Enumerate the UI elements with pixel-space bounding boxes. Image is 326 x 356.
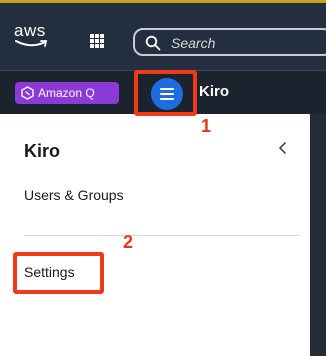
search-input[interactable] — [169, 33, 323, 53]
grid-icon[interactable] — [86, 30, 108, 52]
top-accent-line — [0, 0, 326, 3]
amazon-q-button[interactable]: Amazon Q — [15, 82, 119, 104]
side-nav-title: Kiro — [24, 141, 60, 161]
amazon-q-icon — [21, 86, 34, 100]
callout-box-2 — [13, 252, 104, 294]
nav-divider — [24, 235, 300, 236]
amazon-q-label: Amazon Q — [38, 86, 95, 100]
callout-box-1 — [134, 70, 197, 116]
callout-number-2: 2 — [123, 232, 134, 252]
chevron-left-icon[interactable] — [275, 140, 291, 156]
main-content-edge — [310, 114, 326, 356]
nav-link-users-groups[interactable]: Users & Groups — [24, 187, 124, 203]
callout-number-1: 1 — [201, 116, 212, 136]
aws-logo-text: aws — [14, 21, 46, 40]
aws-smile-icon — [15, 40, 48, 47]
aws-logo[interactable]: aws — [14, 22, 58, 48]
search-box[interactable] — [133, 28, 326, 56]
service-name: Kiro — [199, 83, 229, 100]
search-icon — [145, 35, 161, 51]
top-navigation-bar: aws — [0, 0, 326, 70]
